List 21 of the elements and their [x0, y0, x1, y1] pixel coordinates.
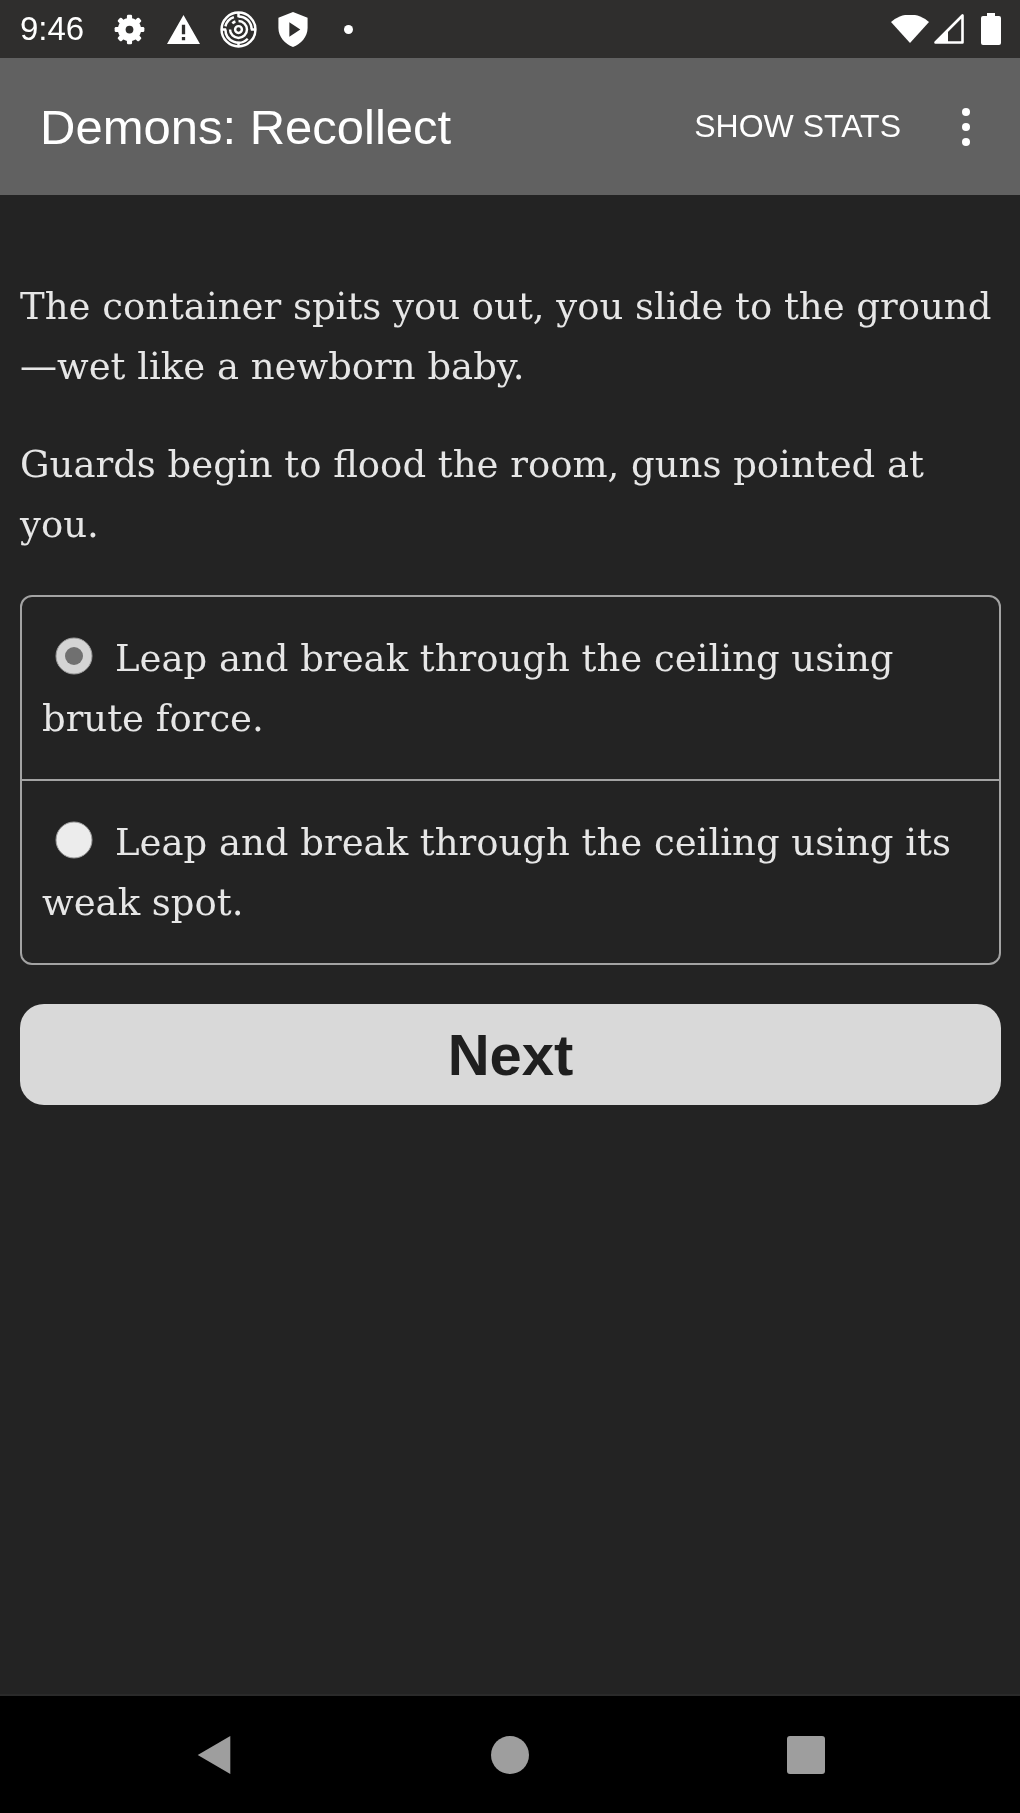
next-button[interactable]: Next — [20, 1004, 1001, 1105]
warning-icon — [167, 14, 201, 44]
app-title: Demons: Recollect — [40, 98, 453, 155]
gear-icon — [114, 13, 146, 45]
story-paragraph: The container spits you out, you slide to the ground—wet like a newborn baby. — [20, 284, 993, 390]
radio-icon[interactable] — [55, 821, 93, 859]
status-time: 9:46 — [20, 10, 85, 48]
battery-icon — [981, 13, 1001, 45]
show-stats-button[interactable]: SHOW STATS — [694, 108, 901, 145]
signal-icon — [934, 14, 964, 44]
more-options-icon[interactable] — [961, 106, 971, 147]
choice-option[interactable]: Leap and break through the ceiling using brute force. — [22, 597, 999, 779]
wifi-icon — [891, 15, 929, 43]
story-paragraph: Guards begin to flood the room, guns pointed at you. — [20, 442, 925, 548]
recents-icon[interactable] — [787, 1735, 825, 1774]
home-icon[interactable] — [491, 1735, 529, 1774]
circular-pattern-icon — [220, 10, 258, 48]
choice-option[interactable]: Leap and break through the ceiling using its weak spot. — [22, 779, 999, 963]
radio-icon[interactable] — [55, 637, 93, 675]
shield-play-icon — [278, 11, 309, 47]
dot-icon — [344, 24, 354, 34]
